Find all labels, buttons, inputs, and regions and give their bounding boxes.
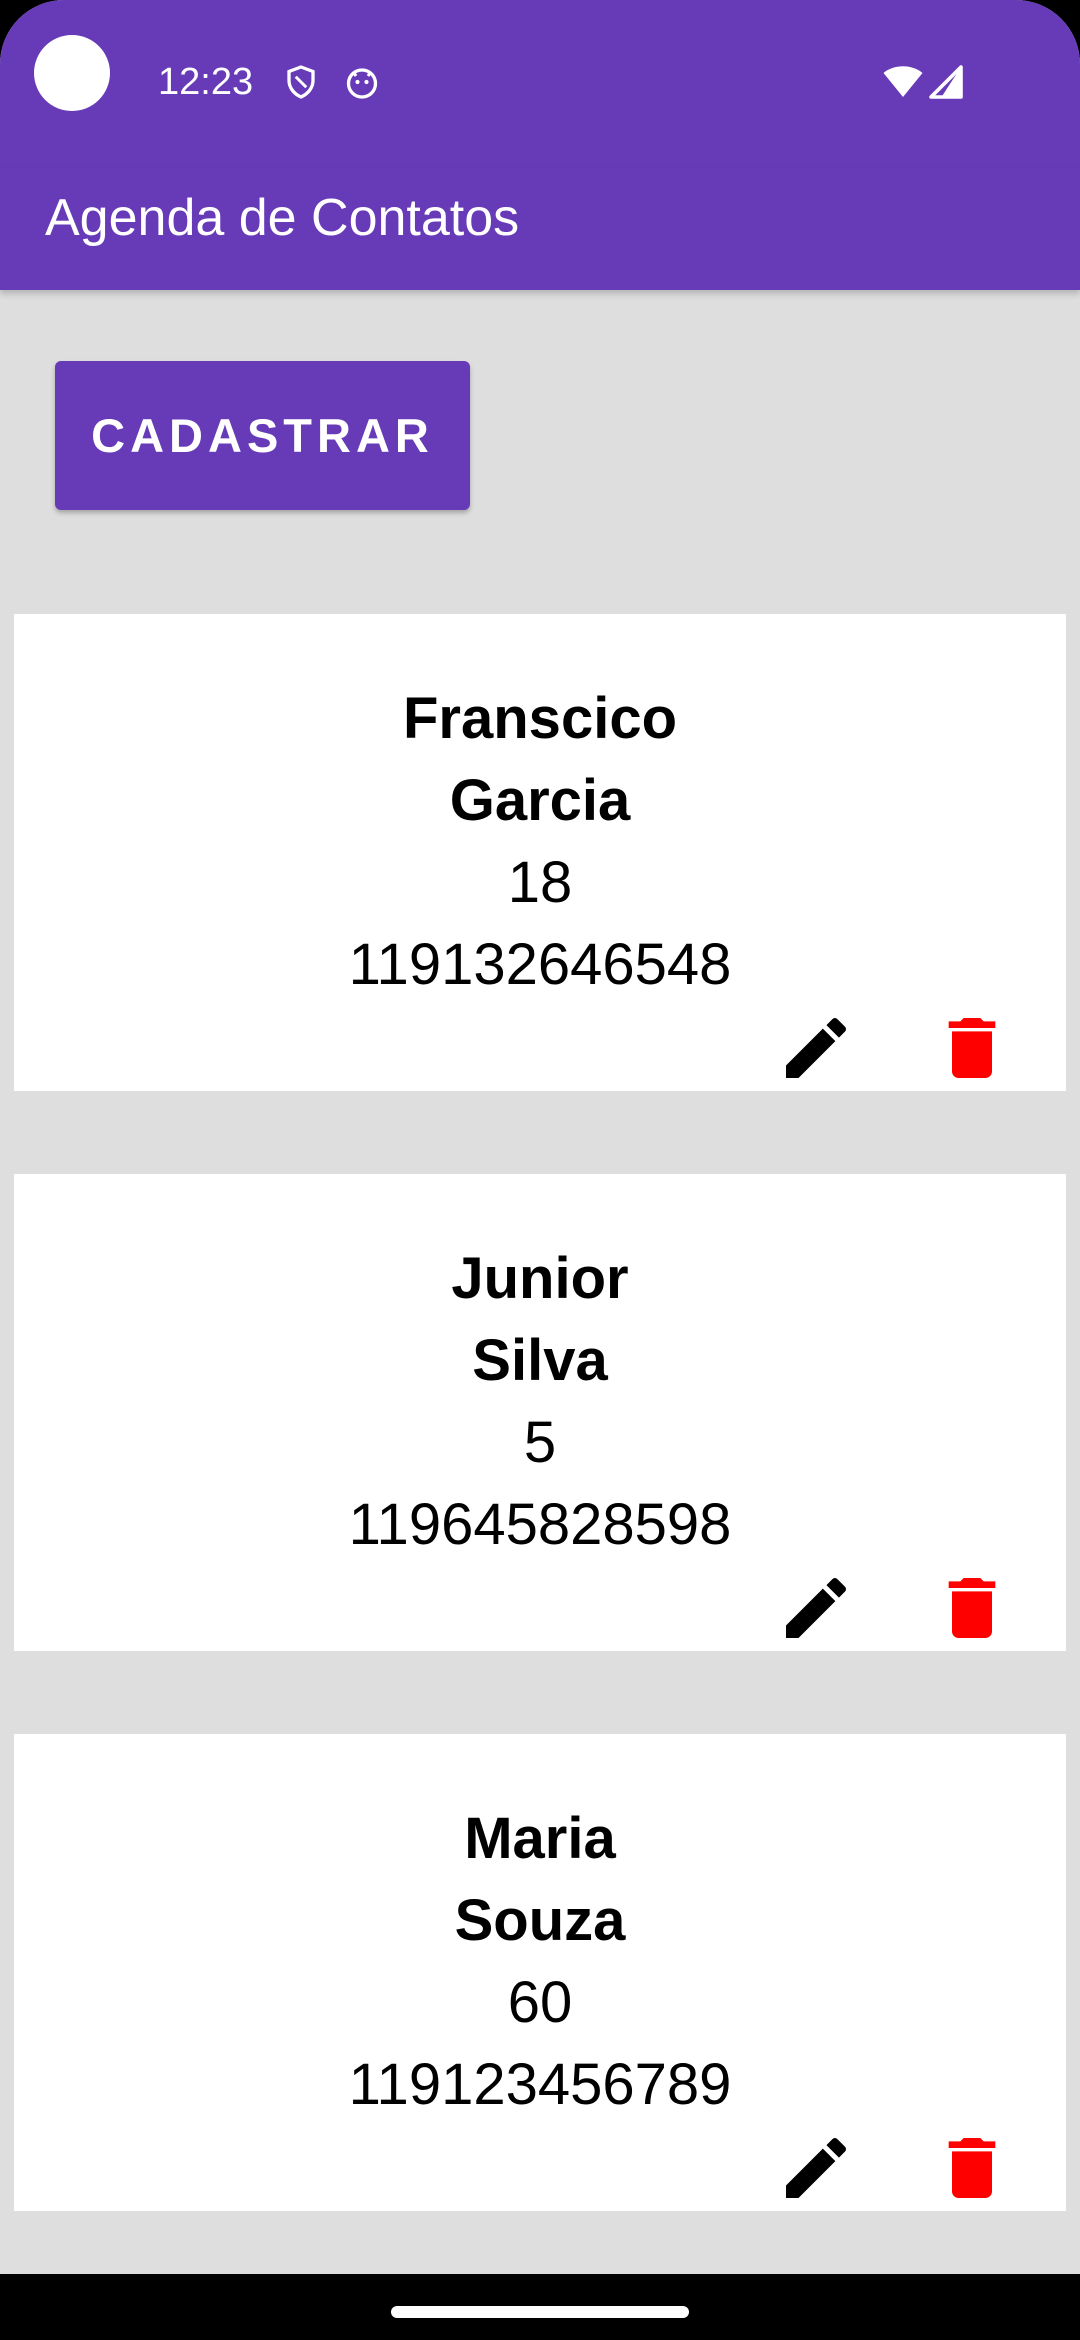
add-contact-button[interactable]: CADASTRAR <box>55 361 470 510</box>
contact-last-name: Garcia <box>449 768 631 833</box>
signal-icon <box>929 65 963 99</box>
delete-contact-button[interactable] <box>932 2128 1012 2208</box>
navigation-bar <box>0 2274 1080 2340</box>
pencil-icon <box>786 1017 847 1078</box>
contact-info: Junior Silva 5 119645828598 <box>14 1238 1066 1566</box>
contact-phone: 119123456789 <box>348 2052 732 2117</box>
shield-icon <box>287 65 315 99</box>
contact-last-name: Souza <box>454 1888 626 1953</box>
app-screen: 12:23 Agenda de Contatos CADASTRAR Frans… <box>0 0 1080 2340</box>
edit-contact-button[interactable] <box>776 1008 856 1088</box>
trash-icon <box>948 1578 996 1638</box>
contact-card: Franscico Garcia 18 119132646548 <box>14 614 1066 1091</box>
edit-contact-button[interactable] <box>776 1568 856 1648</box>
contact-last-name: Silva <box>472 1328 608 1393</box>
delete-contact-button[interactable] <box>932 1568 1012 1648</box>
app-title: Agenda de Contatos <box>45 189 520 247</box>
contact-age: 60 <box>507 1970 573 2035</box>
android-face-icon <box>346 68 378 99</box>
contact-age: 5 <box>523 1410 557 1475</box>
delete-contact-button[interactable] <box>932 1008 1012 1088</box>
trash-icon <box>948 2138 996 2198</box>
contact-info: Franscico Garcia 18 119132646548 <box>14 678 1066 1006</box>
wifi-icon <box>883 66 923 97</box>
contact-first-name: Maria <box>464 1806 616 1871</box>
pencil-icon <box>786 1577 847 1638</box>
home-gesture-handle[interactable] <box>391 2306 689 2318</box>
camera-cutout <box>34 35 110 111</box>
app-bar: Agenda de Contatos <box>0 168 1080 290</box>
contact-phone: 119645828598 <box>348 1492 732 1557</box>
status-time: 12:23 <box>158 61 254 103</box>
edit-contact-button[interactable] <box>776 2128 856 2208</box>
contact-first-name: Franscico <box>403 686 677 751</box>
trash-icon <box>948 1018 996 1078</box>
status-bar: 12:23 <box>0 0 1080 168</box>
contact-card: Junior Silva 5 119645828598 <box>14 1174 1066 1651</box>
contact-age: 18 <box>507 850 573 915</box>
contact-first-name: Junior <box>451 1246 629 1311</box>
pencil-icon <box>786 2137 847 2198</box>
contact-info: Maria Souza 60 119123456789 <box>14 1798 1066 2126</box>
contact-card: Maria Souza 60 119123456789 <box>14 1734 1066 2211</box>
contact-phone: 119132646548 <box>348 932 732 997</box>
